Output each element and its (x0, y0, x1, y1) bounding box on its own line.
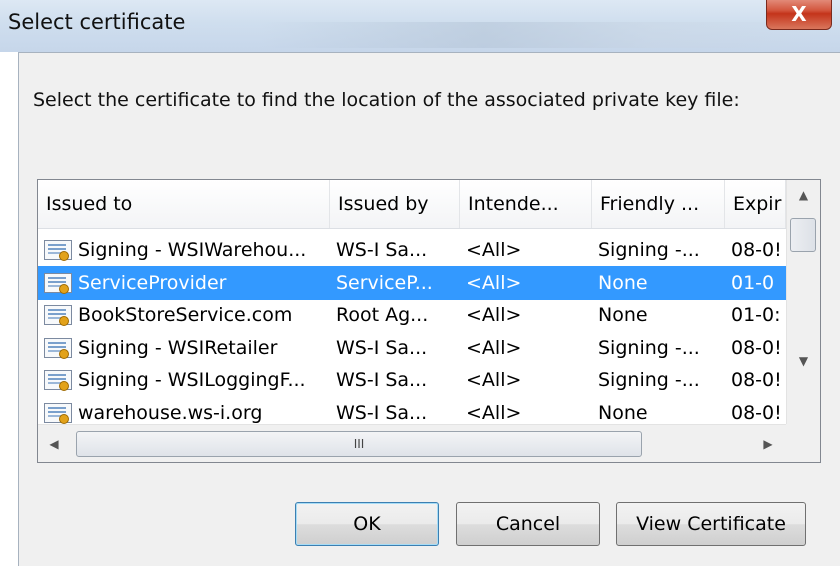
column-header-issued-by[interactable]: Issued by (330, 180, 460, 228)
close-button[interactable]: X (766, 0, 832, 30)
table-row[interactable]: Signing - WSIRetailer WS-I Sa... <All> Sign… (38, 331, 786, 365)
cell-intended-purposes: <All> (466, 271, 522, 294)
table-row[interactable]: Signing - WSIWarehou... WS-I Sa... <All> Si… (38, 233, 786, 267)
horizontal-scrollbar[interactable]: ◀ III ▶ (38, 424, 786, 462)
list-header: Issued to Issued by Intende... Friendly … (38, 180, 786, 229)
cell-friendly-name: Signing -... (598, 369, 700, 391)
certificate-list[interactable]: Issued to Issued by Intende... Friendly … (37, 179, 821, 463)
table-row-selected[interactable]: ServiceProvider ServiceP... <All> None 01-0 (38, 265, 786, 300)
column-header-expiration[interactable]: Expir (725, 180, 786, 228)
title-bar-background (260, 22, 820, 48)
cell-expiration: 08-0! (731, 369, 782, 391)
cell-friendly-name: None (598, 271, 648, 294)
cell-issued-by: WS-I Sa... (336, 369, 428, 391)
cell-friendly-name: Signing -... (598, 336, 700, 359)
cell-intended-purposes: <All> (466, 336, 522, 359)
vertical-scrollbar[interactable]: ▲ ▼ (786, 180, 820, 424)
cell-friendly-name: Signing -... (598, 239, 700, 261)
instruction-text: Select the certificate to find the locat… (33, 89, 740, 111)
cell-issued-to: Signing - WSIWarehou... (78, 239, 307, 261)
column-header-issued-to[interactable]: Issued to (38, 180, 330, 228)
column-header-intended-purposes[interactable]: Intende... (460, 180, 592, 228)
vertical-scroll-thumb[interactable] (790, 218, 816, 252)
scroll-right-arrow-icon[interactable]: ▶ (752, 425, 784, 463)
scrollbar-corner (786, 424, 820, 462)
window-title: Select certificate (8, 10, 186, 34)
cell-issued-by: ServiceP... (336, 271, 433, 294)
view-certificate-button[interactable]: View Certificate (616, 502, 806, 546)
column-header-friendly-name[interactable]: Friendly ... (592, 180, 725, 228)
table-row[interactable]: Signing - WSILoggingF... WS-I Sa... <All> S… (38, 363, 786, 397)
cell-intended-purposes: <All> (466, 239, 522, 261)
cancel-button[interactable]: Cancel (456, 502, 600, 546)
cell-issued-to: ServiceProvider (78, 271, 227, 294)
scroll-down-arrow-icon[interactable]: ▼ (787, 346, 820, 376)
scroll-grip-icon: III (353, 437, 365, 451)
cell-intended-purposes: <All> (466, 304, 522, 326)
cell-issued-to: BookStoreService.com (78, 304, 293, 326)
cell-expiration: 01-0 (731, 271, 775, 294)
title-bar: Select certificate X (0, 0, 840, 52)
cell-issued-to: Signing - WSILoggingF... (78, 369, 306, 391)
cell-expiration: 08-0! (731, 336, 782, 359)
cell-issued-to: Signing - WSIRetailer (78, 336, 278, 359)
ok-button[interactable]: OK (295, 502, 439, 546)
cell-intended-purposes: <All> (466, 369, 522, 391)
dialog-body: Select the certificate to find the locat… (18, 52, 840, 566)
cell-issued-by: Root Ag... (336, 304, 429, 326)
scroll-left-arrow-icon[interactable]: ◀ (38, 425, 70, 463)
close-icon: X (791, 2, 807, 26)
horizontal-scroll-thumb[interactable]: III (76, 431, 642, 457)
table-row[interactable]: BookStoreService.com Root Ag... <All> None 0… (38, 298, 786, 332)
cell-friendly-name: None (598, 304, 648, 326)
cell-expiration: 01-0: (731, 304, 781, 326)
scroll-up-arrow-icon[interactable]: ▲ (787, 180, 820, 210)
cell-issued-by: WS-I Sa... (336, 239, 428, 261)
cell-issued-by: WS-I Sa... (336, 336, 428, 359)
cell-expiration: 08-0! (731, 239, 782, 261)
